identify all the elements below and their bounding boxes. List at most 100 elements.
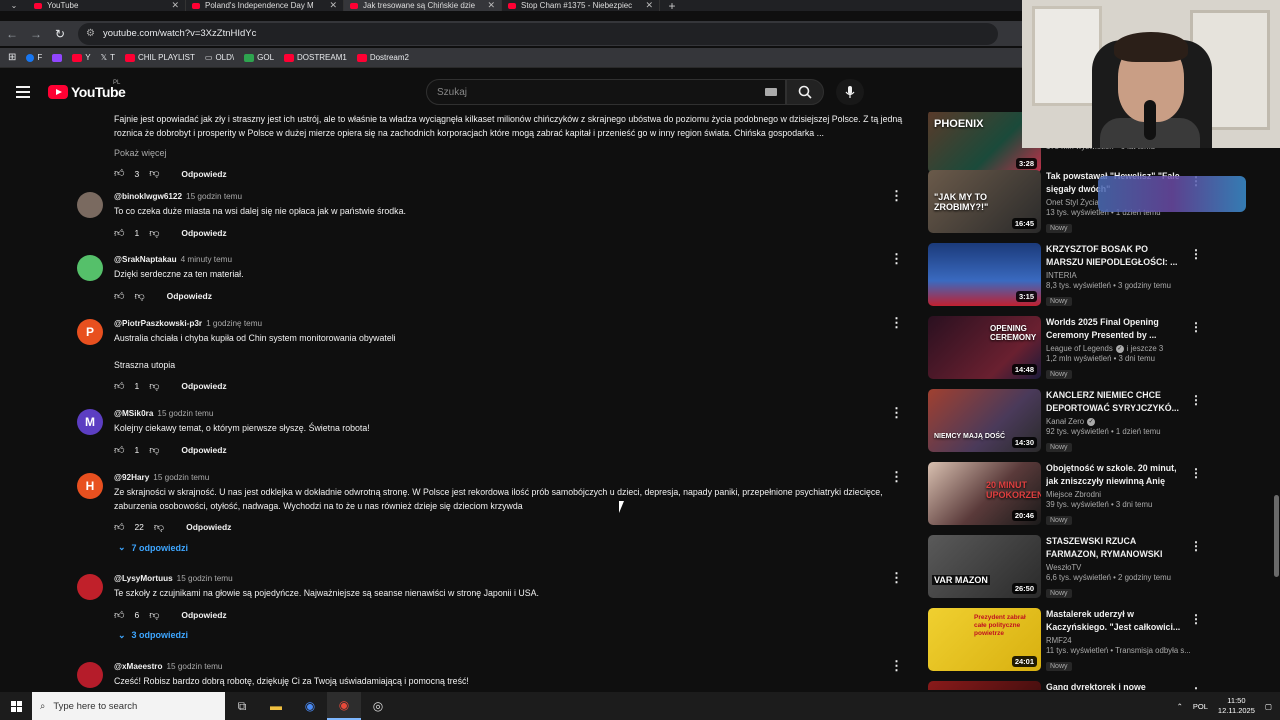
video-thumbnail[interactable] <box>928 681 1041 690</box>
browser-tab[interactable]: YouTube ✕ <box>28 0 186 11</box>
site-info-icon[interactable]: ⚙ <box>86 28 95 39</box>
channel-name[interactable]: RMF24 <box>1046 636 1181 645</box>
video-thumbnail[interactable]: 20 MINUT UPOKORZENIA 20:46 <box>928 462 1041 525</box>
more-options-icon[interactable]: ⋮ <box>1190 393 1202 407</box>
bookmark-x[interactable]: 𝕏T <box>101 53 115 62</box>
comment-author[interactable]: @LysyMortuus <box>114 574 173 583</box>
avatar[interactable]: P <box>77 319 103 345</box>
reply-button[interactable]: Odpowiedz <box>181 167 226 181</box>
comment-time[interactable]: 4 minuty temu <box>181 255 232 264</box>
like-icon[interactable]: 👍︎ <box>114 290 124 302</box>
video-thumbnail[interactable]: 3:15 <box>928 243 1041 306</box>
avatar[interactable] <box>77 574 103 600</box>
avatar[interactable] <box>77 192 103 218</box>
dislike-icon[interactable]: 👎︎ <box>149 444 159 456</box>
comment-author[interactable]: @92Hary <box>114 473 149 482</box>
comment-time[interactable]: 1 godzinę temu <box>206 319 262 328</box>
reply-button[interactable]: Odpowiedz <box>181 228 226 238</box>
youtube-logo[interactable]: YouTube <box>48 84 126 100</box>
bookmark-twitch[interactable] <box>52 53 63 62</box>
video-title[interactable]: Mastalerek uderzył w Kaczyńskiego. "Jest… <box>1046 608 1181 634</box>
close-tab-icon[interactable]: ✕ <box>329 0 337 11</box>
reply-button[interactable]: Odpowiedz <box>181 610 226 620</box>
bookmark-youtube[interactable]: Y <box>72 53 91 62</box>
comment-time[interactable]: 15 godzin temu <box>186 192 242 201</box>
more-options-icon[interactable]: ⋮ <box>1190 612 1202 626</box>
file-explorer-icon[interactable]: ▬ <box>259 692 293 720</box>
browser-tab[interactable]: Poland's Independence Day M ✕ <box>186 0 344 11</box>
dislike-icon[interactable]: 👎︎ <box>149 609 159 621</box>
bookmark-chil-playlist[interactable]: CHIL PLAYLIST <box>124 53 195 62</box>
more-options-icon[interactable]: ⋮ <box>890 469 903 485</box>
video-title[interactable]: STASZEWSKI RZUCA FARMAZON, RYMANOWSKI NI… <box>1046 535 1181 561</box>
avatar[interactable]: M <box>77 409 103 435</box>
keyboard-icon[interactable] <box>765 88 777 96</box>
show-more-link[interactable]: Pokaż więcej <box>114 146 914 160</box>
back-arrow-icon[interactable]: ← <box>0 27 24 41</box>
more-options-icon[interactable]: ⋮ <box>1190 247 1202 261</box>
more-options-icon[interactable]: ⋮ <box>890 570 903 586</box>
like-icon[interactable]: 👍︎ <box>114 380 124 392</box>
more-options-icon[interactable]: ⋮ <box>1190 539 1202 553</box>
new-tab-button[interactable]: + <box>660 0 684 13</box>
show-replies-button[interactable]: ⌄ 3 odpowiedzi <box>114 630 894 641</box>
close-tab-icon[interactable]: ✕ <box>487 0 495 11</box>
more-options-icon[interactable]: ⋮ <box>890 315 903 331</box>
more-options-icon[interactable]: ⋮ <box>1190 685 1202 690</box>
related-video[interactable]: NIEMCY MAJĄ DOŚĆ 14:30 KANCLERZ NIEMIEC … <box>928 389 1228 455</box>
related-video[interactable]: OPENING CEREMONY 14:48 Worlds 2025 Final… <box>928 316 1228 382</box>
like-icon[interactable]: 👍︎ <box>114 444 124 456</box>
search-input[interactable]: Szukaj <box>426 79 786 105</box>
comment-author[interactable]: @SrakNaptakau <box>114 255 177 264</box>
browser-tab[interactable]: Stop Cham #1375 - Niebezpiec ✕ <box>502 0 660 11</box>
video-title[interactable]: Obojętność w szkole. 20 minut, jak znisz… <box>1046 462 1181 488</box>
dislike-icon[interactable]: 👎︎ <box>154 521 164 533</box>
like-icon[interactable]: 👍︎ <box>114 521 124 533</box>
notifications-icon[interactable]: ▢ <box>1265 702 1272 711</box>
chrome-icon[interactable]: ◉ <box>293 692 327 720</box>
dislike-icon[interactable]: 👎︎ <box>149 227 159 239</box>
like-icon[interactable]: 👍︎ <box>114 227 124 239</box>
channel-name[interactable]: WeszłoTV <box>1046 563 1181 572</box>
video-thumbnail[interactable]: VAR MAZON 26:50 <box>928 535 1041 598</box>
page-scrollbar[interactable] <box>1274 495 1279 577</box>
video-thumbnail[interactable]: Prezydent zabrał całe polityczne powietr… <box>928 608 1041 671</box>
reply-button[interactable]: Odpowiedz <box>186 522 231 532</box>
comment-time[interactable]: 15 godzin temu <box>177 574 233 583</box>
comment-author[interactable]: @PiotrPaszkowski-p3r <box>114 319 202 328</box>
avatar[interactable]: H <box>77 473 103 499</box>
forward-arrow-icon[interactable]: → <box>24 27 48 41</box>
video-title[interactable]: KANCLERZ NIEMIEC CHCE DEPORTOWAĆ SYRYJCZ… <box>1046 389 1181 415</box>
avatar[interactable] <box>77 255 103 281</box>
bookmark-gol[interactable]: GOL <box>244 53 274 62</box>
apps-grid-icon[interactable]: ⊞ <box>8 52 16 63</box>
channel-name[interactable]: INTERIA <box>1046 271 1181 280</box>
more-options-icon[interactable]: ⋮ <box>890 405 903 421</box>
channel-name[interactable]: League of Legends ✓ i jeszcze 3 <box>1046 344 1181 353</box>
browser-tab-active[interactable]: Jak tresowane są Chińskie dzie ✕ <box>344 0 502 11</box>
more-options-icon[interactable]: ⋮ <box>890 658 903 674</box>
more-options-icon[interactable]: ⋮ <box>1190 466 1202 480</box>
comment-time[interactable]: 15 godzin temu <box>167 662 223 671</box>
obs-icon[interactable]: ◎ <box>361 692 395 720</box>
start-button[interactable] <box>0 700 32 712</box>
channel-name[interactable]: Kanał Zero ✓ <box>1046 417 1181 426</box>
video-thumbnail[interactable]: "JAK MY TO ZROBIMY?!" 16:45 <box>928 170 1041 233</box>
video-title[interactable]: KRZYSZTOF BOSAK PO MARSZU NIEPODLEGŁOŚCI… <box>1046 243 1181 269</box>
like-icon[interactable]: 👍︎ <box>114 609 124 621</box>
related-video[interactable]: VAR MAZON 26:50 STASZEWSKI RZUCA FARMAZO… <box>928 535 1228 601</box>
comment-author[interactable]: @MSik0ra <box>114 409 153 418</box>
tray-chevron-up-icon[interactable]: ⌃ <box>1177 702 1183 711</box>
taskbar-search-input[interactable]: ⌕ Type here to search <box>32 692 225 720</box>
close-tab-icon[interactable]: ✕ <box>645 0 653 11</box>
reload-icon[interactable]: ↻ <box>48 27 72 41</box>
comment-time[interactable]: 15 godzin temu <box>157 409 213 418</box>
dislike-icon[interactable]: 👎︎ <box>149 167 159 181</box>
reply-button[interactable]: Odpowiedz <box>167 291 212 301</box>
show-replies-button[interactable]: ⌄ 7 odpowiedzi <box>114 542 894 553</box>
comment-author[interactable]: @xMaeestro <box>114 662 163 671</box>
search-button[interactable] <box>786 79 824 105</box>
related-video[interactable]: Gang dyrektorek i nowe ⋮ <box>928 681 1228 690</box>
comment-time[interactable]: 15 godzin temu <box>153 473 209 482</box>
menu-hamburger-icon[interactable] <box>16 86 30 98</box>
